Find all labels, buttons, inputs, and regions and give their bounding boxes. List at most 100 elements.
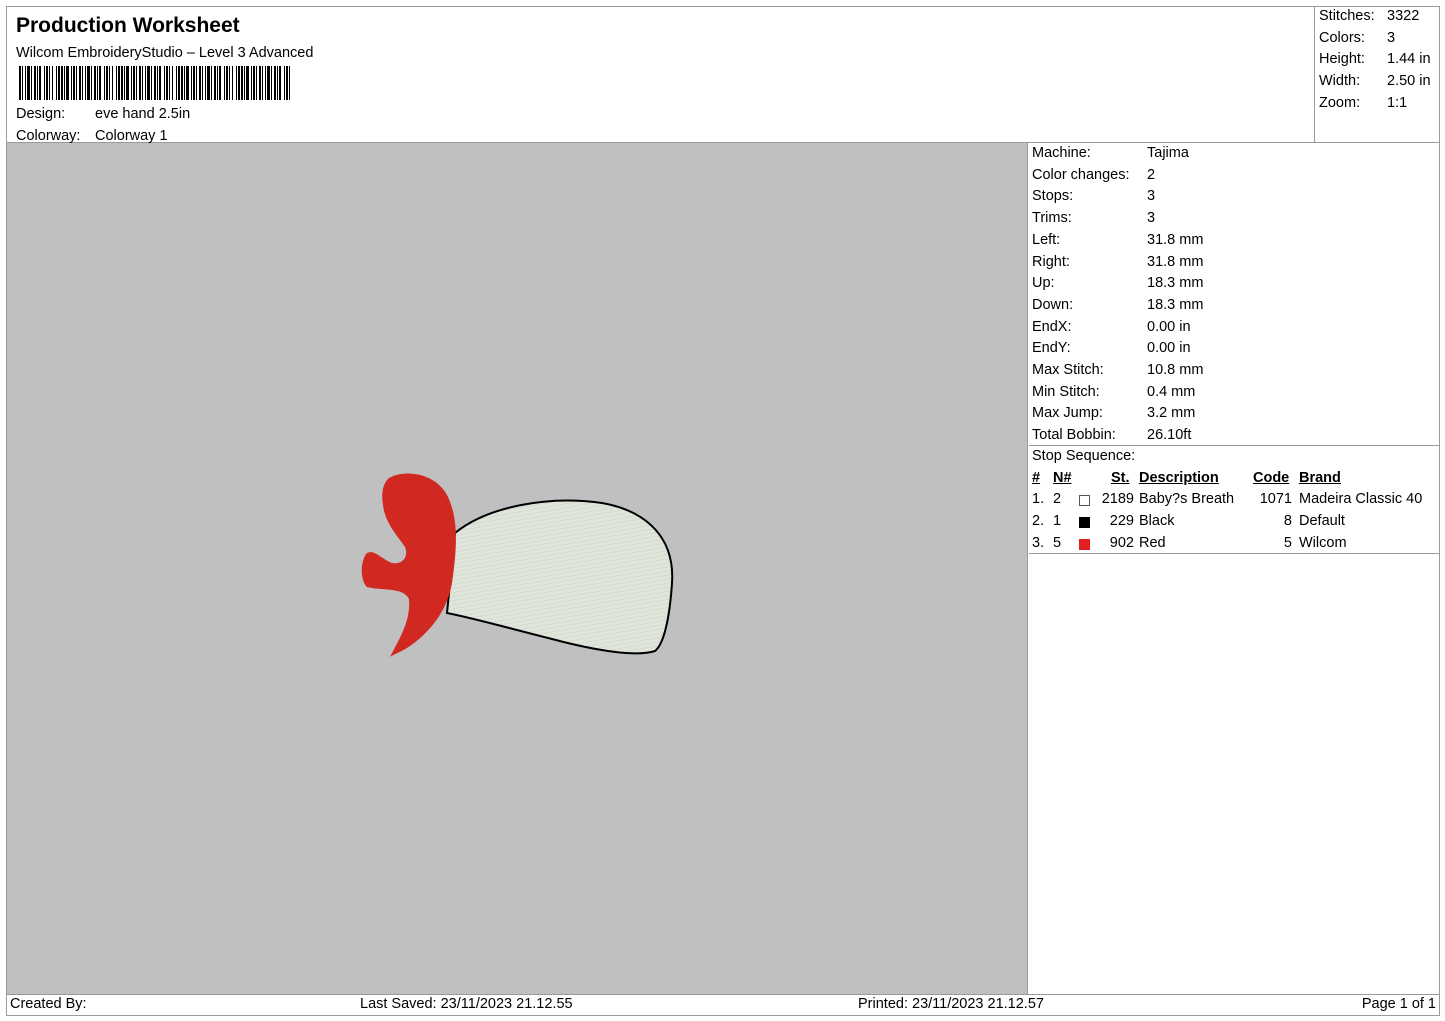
barcode-bar <box>147 66 150 100</box>
barcode-bar <box>118 66 120 100</box>
info-value: 0.00 in <box>1147 340 1191 357</box>
stop-stitches: 902 <box>1109 535 1134 551</box>
stop-description: Baby?s Breath <box>1139 491 1235 507</box>
barcode-bar <box>226 66 228 100</box>
barcode-bar <box>259 66 261 100</box>
barcode-bar <box>251 66 252 100</box>
barcode-bar <box>139 66 141 100</box>
barcode-bar <box>145 66 146 100</box>
info-value: 3 <box>1147 210 1156 227</box>
info-label: Right: <box>1032 253 1070 270</box>
barcode-bar <box>91 66 92 100</box>
barcode-bar <box>142 66 143 100</box>
barcode-bar <box>256 66 257 100</box>
barcode-bar <box>284 66 285 100</box>
col-header-brand: Brand <box>1299 470 1341 486</box>
info-value: 3 <box>1147 188 1156 205</box>
barcode-bar <box>112 66 113 100</box>
info-label: Stops: <box>1032 188 1074 205</box>
barcode-bar <box>37 66 38 100</box>
barcode-bar <box>207 66 210 100</box>
info-value: 0.4 mm <box>1147 383 1196 400</box>
info-value: 2 <box>1147 166 1156 183</box>
barcode-bar <box>131 66 132 100</box>
stop-description: Black <box>1139 513 1175 529</box>
barcode-bar <box>31 66 32 100</box>
info-value: 31.8 mm <box>1147 231 1204 248</box>
col-header-description: Description <box>1139 470 1219 486</box>
barcode-bar <box>71 66 72 100</box>
created-by: Created By: <box>10 996 87 1012</box>
stop-needle: 1 <box>1053 513 1062 529</box>
barcode-bar <box>196 66 197 100</box>
info-value: 18.3 mm <box>1147 296 1204 313</box>
barcode-bar <box>82 66 83 100</box>
barcode-bar <box>116 66 117 100</box>
barcode-bar <box>172 66 173 100</box>
info-label: Min Stitch: <box>1032 383 1100 400</box>
info-value: 26.10ft <box>1147 427 1192 444</box>
stop-needle: 2 <box>1053 491 1062 507</box>
barcode-bar <box>164 66 165 100</box>
barcode-bar <box>186 66 189 100</box>
barcode-bar <box>229 66 230 100</box>
last-saved: Last Saved: 23/11/2023 21.12.55 <box>360 996 573 1012</box>
stop-description: Red <box>1139 535 1166 551</box>
design-name-row: Design: eve hand 2.5in <box>16 106 190 122</box>
page-title: Production Worksheet <box>16 14 240 37</box>
info-value: Tajima <box>1147 145 1189 161</box>
stop-sequence-title: Stop Sequence: <box>1032 448 1136 464</box>
barcode-bar <box>44 66 45 100</box>
stop-stitches: 229 <box>1109 513 1134 529</box>
barcode-bar <box>199 66 201 100</box>
barcode-bar <box>277 66 278 100</box>
machine-info-panel: Machine: Tajima Color changes: 2 Stops: 3 Trim… <box>1029 143 1439 994</box>
info-label: Color changes: <box>1032 166 1130 183</box>
barcode-bar <box>286 66 288 100</box>
barcode-bar <box>73 66 75 100</box>
col-header-num: # <box>1032 470 1041 486</box>
info-value: 18.3 mm <box>1147 275 1204 292</box>
summary-panel: Stitches: 3322 Colors: 3 Height: 1.44 in Wi… <box>1315 6 1440 143</box>
red-cuff-shape <box>361 473 456 657</box>
stop-row: 2. 1 229 Black 8 Default <box>1029 513 1439 534</box>
printed-date: Printed: 23/11/2023 21.12.57 <box>858 996 1044 1012</box>
barcode-bar <box>279 66 281 100</box>
stop-brand: Madeira Classic 40 <box>1299 491 1423 507</box>
barcode-bar <box>34 66 36 100</box>
barcode-bar <box>214 66 216 100</box>
barcode-bar <box>99 66 101 100</box>
stop-needle: 5 <box>1053 535 1062 551</box>
barcode-bar <box>253 66 255 100</box>
barcode-bar <box>46 66 48 100</box>
barcode-bar <box>232 66 233 100</box>
colors-value: 3 <box>1387 30 1396 46</box>
barcode-bar <box>176 66 177 100</box>
barcode-bar <box>66 66 69 100</box>
barcode-bar <box>289 66 290 100</box>
barcode-bar <box>267 66 270 100</box>
colorway-value: Colorway 1 <box>95 128 168 144</box>
barcode-bar <box>64 66 65 100</box>
hand-shape <box>445 499 674 655</box>
barcode-bar <box>85 66 86 100</box>
barcode-bar <box>104 66 105 100</box>
height-value: 1.44 in <box>1387 51 1431 67</box>
barcode-bar <box>241 66 243 100</box>
barcode-bar <box>79 66 81 100</box>
barcode-bar <box>52 66 53 100</box>
barcode-bar <box>265 66 266 100</box>
barcode-bar <box>97 66 98 100</box>
stop-row: 1. 2 2189 Baby?s Breath 1071 Madeira Classic … <box>1029 491 1439 512</box>
barcode-bar <box>224 66 225 100</box>
barcode-bar <box>274 66 276 100</box>
barcode-bar <box>219 66 221 100</box>
barcode-bar <box>178 66 180 100</box>
barcode-bar <box>22 66 23 100</box>
footer: Created By: Last Saved: 23/11/2023 21.12… <box>7 994 1439 1015</box>
barcode-bar <box>61 66 63 100</box>
barcode-bar <box>151 66 152 100</box>
barcode-bar <box>217 66 218 100</box>
barcode-bar <box>169 66 170 100</box>
barcode-bar <box>106 66 108 100</box>
